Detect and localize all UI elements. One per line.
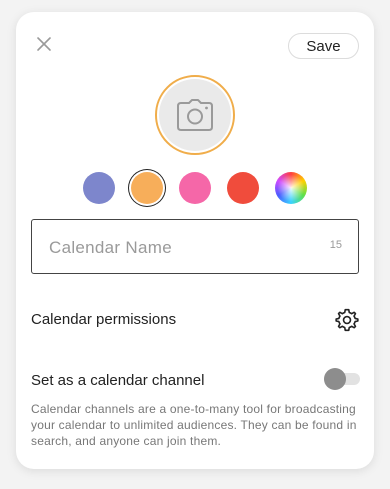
permissions-label: Calendar permissions [31, 311, 177, 328]
upload-photo-button[interactable] [159, 79, 231, 151]
color-swatch-periwinkle[interactable] [83, 172, 115, 204]
color-swatch-orange[interactable] [131, 172, 163, 204]
close-button[interactable] [36, 36, 52, 52]
gear-icon [335, 308, 359, 332]
calendar-name-field[interactable]: 15 [31, 219, 359, 275]
camera-icon [177, 99, 213, 131]
toggle-knob [324, 368, 346, 390]
calendar-channel-toggle[interactable] [324, 368, 360, 390]
close-icon [37, 37, 51, 51]
custom-color-swatch[interactable] [275, 172, 307, 204]
save-button[interactable]: Save [288, 33, 359, 59]
color-picker [0, 170, 390, 204]
calendar-channel-description: Calendar channels are a one-to-many tool… [31, 402, 357, 448]
permissions-settings-button[interactable] [334, 307, 360, 333]
char-count: 15 [329, 239, 342, 251]
calendar-avatar[interactable] [155, 75, 235, 155]
color-swatch-pink[interactable] [179, 172, 211, 204]
color-swatch-red[interactable] [227, 172, 259, 204]
calendar-channel-label: Set as a calendar channel [31, 372, 205, 389]
calendar-name-input[interactable] [47, 220, 311, 275]
